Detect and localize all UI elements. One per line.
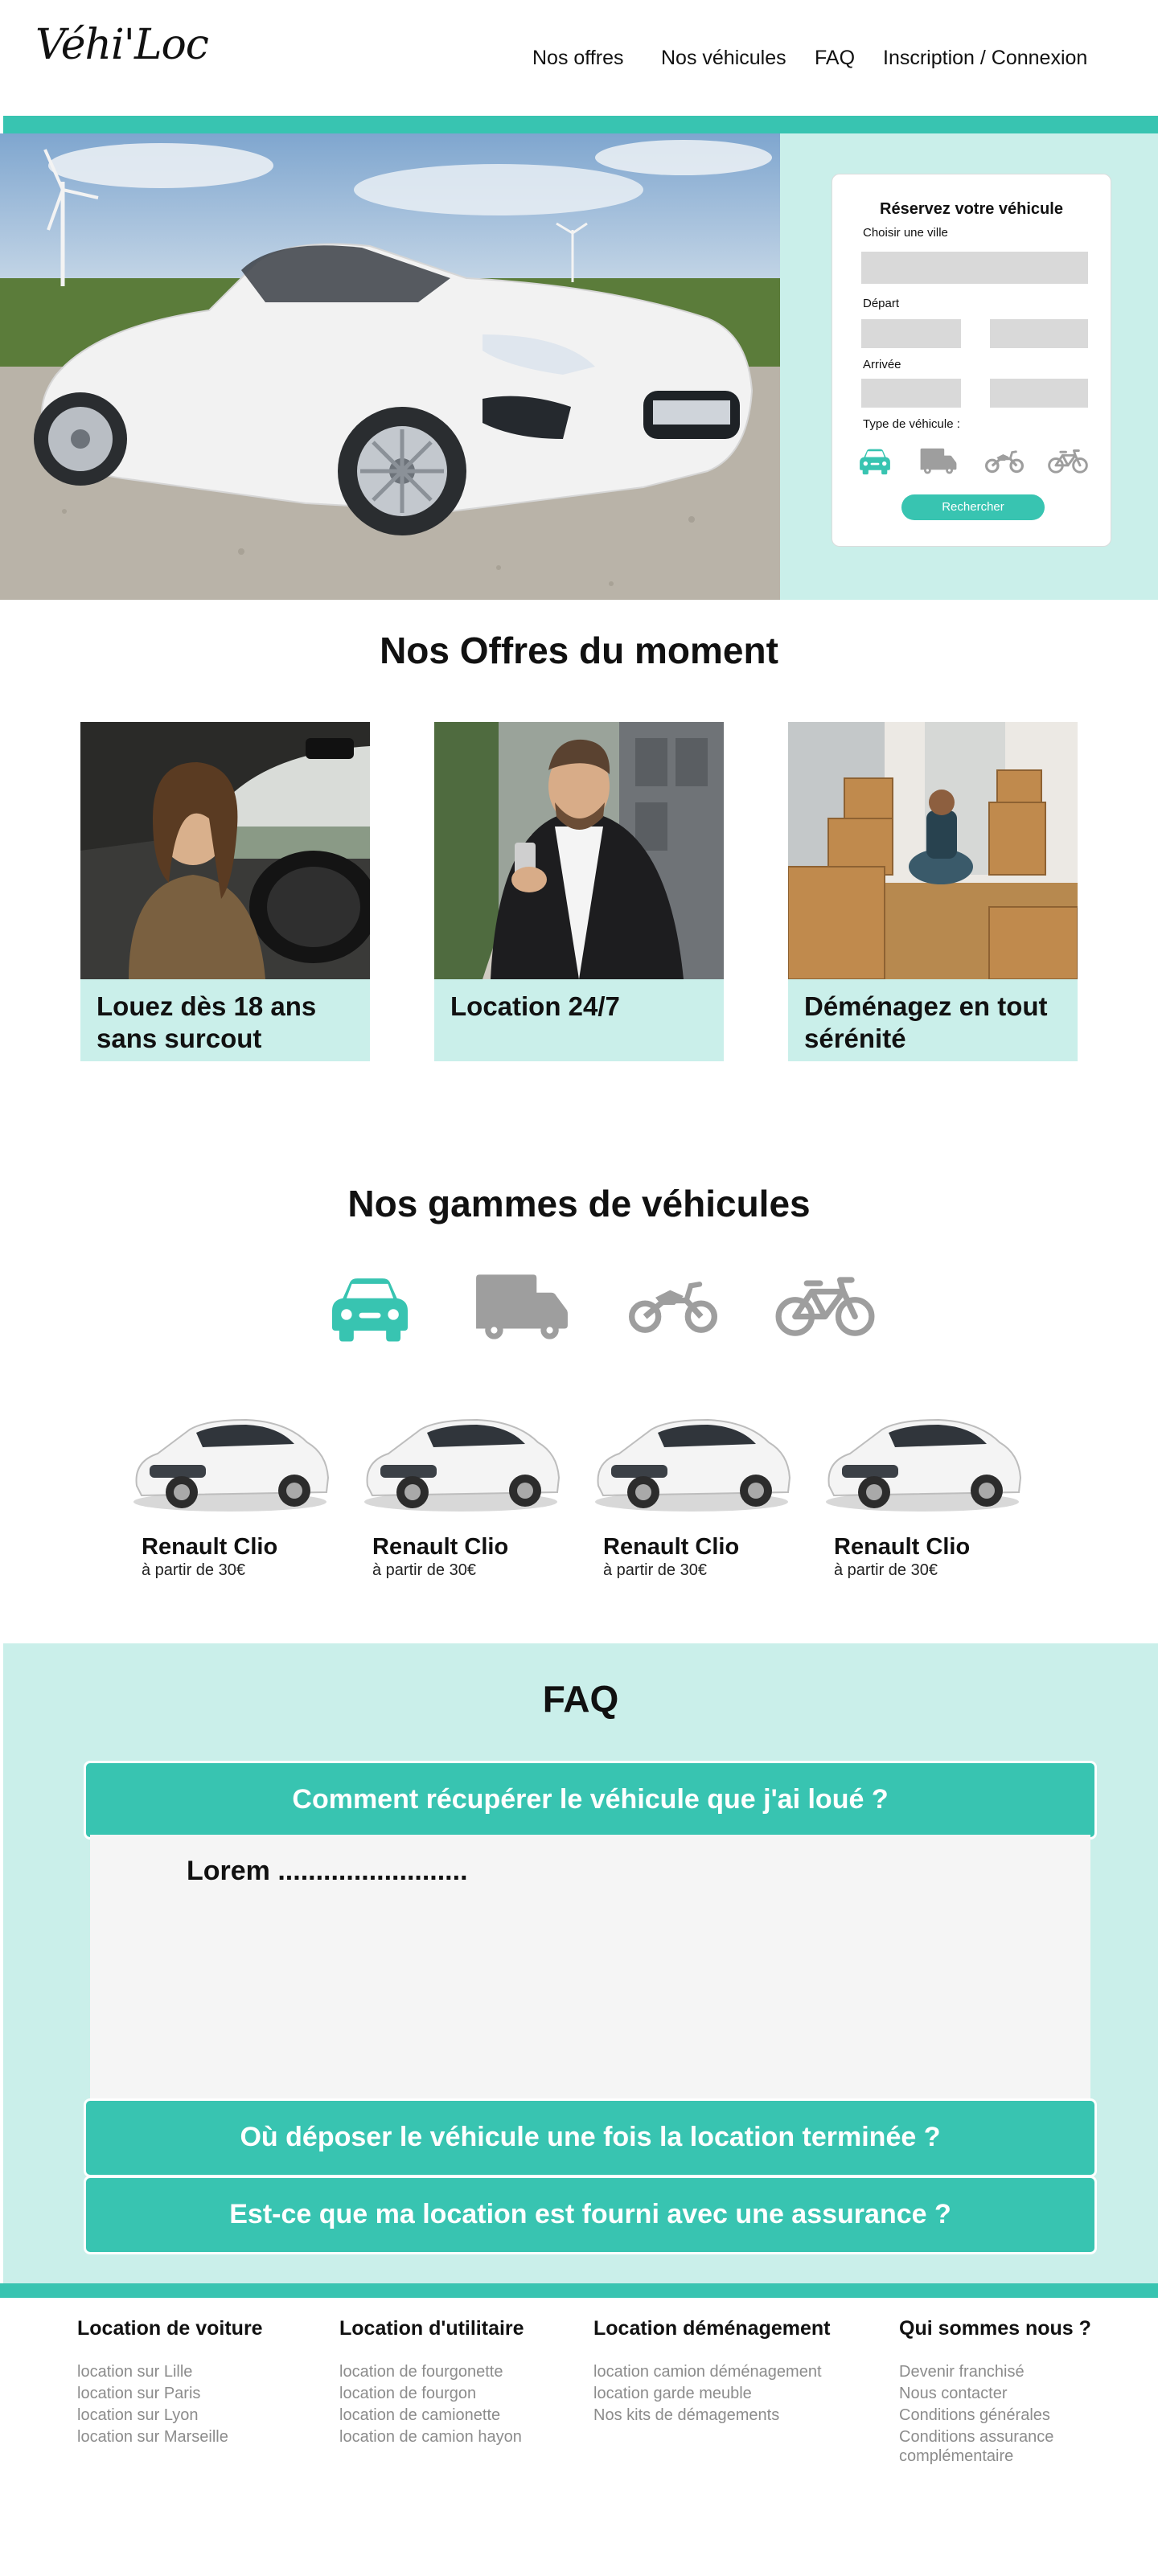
motorbike-icon[interactable] [629,1269,717,1349]
hero-section: Réservez votre véhicule Choisir une vill… [0,133,1158,600]
footer-link[interactable]: Nos kits de démagements [593,2405,831,2426]
booking-title: Réservez votre véhicule [880,200,1063,218]
offer-card[interactable]: Location 24/7 [434,722,724,1061]
vehicle-photo [595,1418,791,1512]
city-input[interactable] [861,252,1088,284]
offer-card[interactable]: Louez dès 18 ans sans surcout [80,722,370,1061]
footer-link[interactable]: complémentaire [899,2448,1091,2464]
car-icon[interactable] [856,446,893,475]
vehicle-price: à partir de 30€ [142,1561,245,1579]
faq-section: FAQ Comment récupérer le véhicule que j'… [3,1643,1158,2283]
footer-column-voiture: Location de voiture location sur Lille l… [77,2317,263,2448]
faq-answer-text: Lorem ......................... [187,1856,468,1886]
truck-icon[interactable] [919,446,958,475]
footer-heading: Location d'utilitaire [339,2317,524,2340]
arrivee-time-input[interactable] [990,379,1088,408]
arrivee-label: Arrivée [863,358,901,371]
bicycle-icon[interactable] [775,1269,875,1349]
vehicle-photo [133,1418,330,1512]
faq-title: FAQ [542,1678,619,1720]
offer-card[interactable]: Déménagez en tout sérénité [788,722,1078,1061]
nav-inscription-connexion[interactable]: Inscription / Connexion [883,47,1087,70]
footer-link[interactable]: location de fourgon [339,2383,524,2405]
footer-heading: Location de voiture [77,2317,263,2340]
faq-question-1[interactable]: Comment récupérer le véhicule que j'ai l… [84,1761,1097,1840]
footer-link[interactable]: location camion déménagement [593,2361,831,2383]
footer-link[interactable]: location sur Marseille [77,2426,263,2448]
offer-caption: Location 24/7 [434,979,724,1061]
footer-divider [0,2283,1158,2298]
vehicle-price: à partir de 30€ [603,1561,707,1579]
footer-column-utilitaire: Location d'utilitaire location de fourgo… [339,2317,524,2448]
car-icon[interactable] [325,1269,415,1349]
site-header: Véhi'Loc Nos offres Nos véhicules FAQ In… [0,0,1158,116]
nav-offres[interactable]: Nos offres [532,47,623,70]
footer-heading: Location déménagement [593,2317,831,2340]
offers-title: Nos Offres du moment [380,630,778,671]
nav-vehicules[interactable]: Nos véhicules [661,47,786,70]
bicycle-icon[interactable] [1048,446,1088,475]
footer-link[interactable]: Conditions assurance [899,2426,1091,2448]
footer-link[interactable]: Devenir franchisé [899,2361,1091,2383]
vehicle-type-label: Type de véhicule : [863,417,960,431]
depart-date-input[interactable] [861,319,961,348]
offer-caption: Déménagez en tout sérénité [788,979,1078,1061]
logo[interactable]: Véhi'Loc [35,21,209,69]
motorbike-icon[interactable] [985,446,1024,475]
faq-answer-1: Lorem ......................... [90,1835,1090,2105]
footer-link[interactable]: location sur Paris [77,2383,263,2405]
header-divider [3,116,1158,133]
depart-label: Départ [863,297,900,310]
footer-link[interactable]: Nous contacter [899,2383,1091,2405]
footer-link[interactable]: location de camion hayon [339,2426,524,2448]
footer-link[interactable]: Conditions générales [899,2405,1091,2426]
vehicle-price: à partir de 30€ [372,1561,476,1579]
vehicle-photo [364,1418,561,1512]
nav-faq[interactable]: FAQ [815,47,855,70]
offer-photo-moving [788,722,1078,979]
vehicle-name: Renault Clio [834,1534,971,1560]
faq-question-2[interactable]: Où déposer le véhicule une fois la locat… [84,2098,1097,2177]
truck-icon[interactable] [473,1269,571,1349]
gammes-title: Nos gammes de véhicules [347,1183,811,1224]
footer-link[interactable]: location sur Lille [77,2361,263,2383]
search-button[interactable]: Rechercher [901,494,1045,520]
offer-caption: Louez dès 18 ans sans surcout [80,979,370,1061]
vehicle-price: à partir de 30€ [834,1561,938,1579]
vehicle-name: Renault Clio [372,1534,509,1560]
footer-link[interactable]: location sur Lyon [77,2405,263,2426]
footer-heading: Qui sommes nous ? [899,2317,1091,2340]
footer-link[interactable]: location de fourgonette [339,2361,524,2383]
footer-link[interactable]: location garde meuble [593,2383,831,2405]
vehicle-photo [826,1418,1022,1512]
vehicle-name: Renault Clio [603,1534,740,1560]
offer-photo-phone-man [434,722,724,979]
city-label: Choisir une ville [863,226,948,240]
offer-photo-driver [80,722,370,979]
hero-car-photo [0,133,780,600]
footer-column-demenagement: Location déménagement location camion dé… [593,2317,831,2426]
depart-time-input[interactable] [990,319,1088,348]
booking-form: Réservez votre véhicule Choisir une vill… [832,174,1111,547]
arrivee-date-input[interactable] [861,379,961,408]
faq-question-3[interactable]: Est-ce que ma location est fourni avec u… [84,2176,1097,2254]
footer-link[interactable]: location de camionette [339,2405,524,2426]
footer-column-qui-sommes-nous: Qui sommes nous ? Devenir franchisé Nous… [899,2317,1091,2464]
vehicle-name: Renault Clio [142,1534,278,1560]
